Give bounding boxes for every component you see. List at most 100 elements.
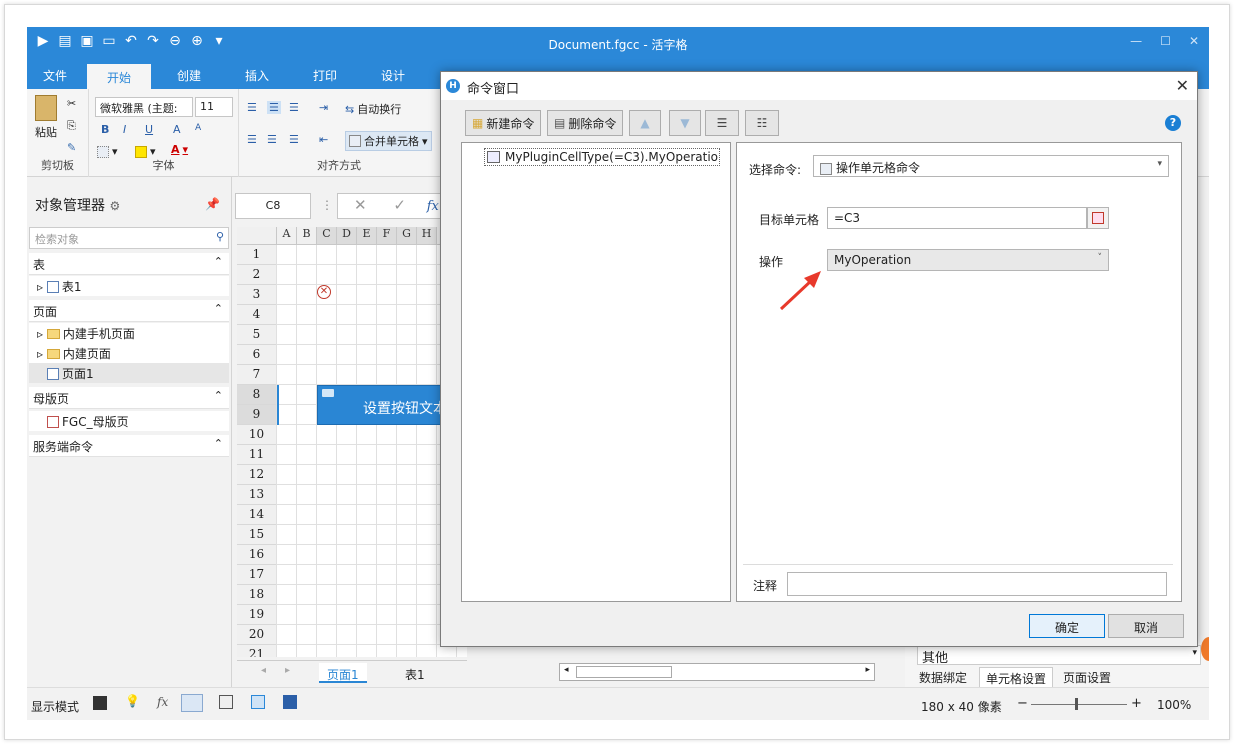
sheet-tab-page1[interactable]: 页面1 <box>319 663 367 683</box>
field-mode-icon[interactable] <box>181 694 203 712</box>
font-color-button[interactable]: A ▾ <box>171 143 188 156</box>
select-all-corner[interactable] <box>237 227 277 245</box>
align-left-icon[interactable]: ☰ <box>247 133 257 146</box>
row-header[interactable]: 1 <box>237 245 277 265</box>
column-header[interactable]: A <box>277 227 297 245</box>
tab-data-binding[interactable]: 数据绑定 <box>913 667 973 688</box>
bold-button[interactable]: B <box>101 123 109 136</box>
minimize-icon[interactable]: — <box>1130 34 1142 48</box>
row-header[interactable]: 3 <box>237 285 277 305</box>
confirm-edit-icon[interactable]: ✓ <box>393 196 406 214</box>
merge-cells-button[interactable]: 合并单元格 ▾ <box>345 131 432 151</box>
paste-button[interactable]: 粘贴 <box>35 95 57 140</box>
scroll-left-icon[interactable]: ◂ <box>564 665 569 675</box>
grow-font-button[interactable]: A <box>173 123 181 136</box>
zoom-out-icon[interactable]: − <box>1017 696 1028 711</box>
collapse-icon[interactable]: ⌃ <box>214 255 223 268</box>
horizontal-scrollbar[interactable]: ◂ ▸ <box>559 663 875 681</box>
select-command-combo[interactable]: 操作单元格命令 ▾ <box>813 155 1169 177</box>
tree-item-master-page[interactable]: FGC_母版页 <box>29 411 229 431</box>
row-header[interactable]: 6 <box>237 345 277 365</box>
row-header[interactable]: 17 <box>237 565 277 585</box>
row-header[interactable]: 14 <box>237 505 277 525</box>
row-header[interactable]: 8 <box>237 385 277 405</box>
row-header[interactable]: 16 <box>237 545 277 565</box>
tab-insert[interactable]: 插入 <box>245 67 269 84</box>
cancel-button[interactable]: 取消 <box>1108 614 1184 638</box>
font-family-combo[interactable]: 微软雅黑 (主题: <box>95 97 193 117</box>
shrink-font-button[interactable]: A <box>195 123 201 133</box>
delete-command-button[interactable]: ▤ 删除命令 <box>547 110 624 136</box>
zoom-slider-thumb[interactable] <box>1075 698 1078 710</box>
column-header[interactable]: G <box>397 227 417 245</box>
row-header[interactable]: 5 <box>237 325 277 345</box>
console-icon[interactable] <box>93 696 107 710</box>
row-header[interactable]: 7 <box>237 365 277 385</box>
row-header[interactable]: 18 <box>237 585 277 605</box>
close-icon[interactable]: ✕ <box>1189 34 1199 48</box>
formula-bar-menu-icon[interactable]: ⋮ <box>321 198 333 212</box>
cut-icon[interactable]: ✂ <box>67 97 76 110</box>
note-input[interactable] <box>787 572 1167 596</box>
new-command-button[interactable]: ▦ 新建命令 <box>465 110 542 136</box>
format-painter-icon[interactable]: ✎ <box>67 141 76 154</box>
outdent-icon[interactable]: ⇤ <box>319 133 328 146</box>
row-header[interactable]: 9 <box>237 405 277 425</box>
sheet-tab-table1[interactable]: 表1 <box>397 663 433 683</box>
cell-reference-box[interactable]: C8 <box>235 193 311 219</box>
ok-button[interactable]: 确定 <box>1029 614 1105 638</box>
column-header[interactable]: C <box>317 227 337 245</box>
row-header[interactable]: 11 <box>237 445 277 465</box>
font-size-combo[interactable]: 11 <box>195 97 233 117</box>
column-header[interactable]: E <box>357 227 377 245</box>
command-list-item[interactable]: MyPluginCellType(=C3).MyOperation <box>484 148 720 166</box>
object-search-input[interactable]: 检索对象 ⚲ <box>29 227 229 249</box>
zoom-in-icon[interactable]: + <box>1131 696 1142 711</box>
zoom-slider[interactable] <box>1031 704 1127 705</box>
tab-page-settings[interactable]: 页面设置 <box>1057 667 1117 688</box>
copy-icon[interactable]: ⎘ <box>67 119 76 133</box>
scroll-right-icon[interactable]: ▸ <box>865 665 870 675</box>
table-view-icon[interactable] <box>283 695 297 709</box>
cell-picker-button[interactable] <box>1087 207 1109 229</box>
fx-icon[interactable]: fx <box>157 695 168 709</box>
align-center-icon[interactable]: ☰ <box>267 133 277 146</box>
scrollbar-thumb[interactable] <box>576 666 672 678</box>
tab-file[interactable]: 文件 <box>43 67 67 84</box>
row-header[interactable]: 10 <box>237 425 277 445</box>
section-pages[interactable]: 页面 ⌃ <box>29 300 229 322</box>
search-icon[interactable]: ⚲ <box>216 230 224 243</box>
tab-design[interactable]: 设计 <box>381 67 405 84</box>
collapse-icon[interactable]: ⌃ <box>214 389 223 402</box>
section-master-pages[interactable]: 母版页 ⌃ <box>29 387 229 409</box>
gear-icon[interactable]: ⚙ <box>109 199 120 213</box>
indent-icon[interactable]: ⇥ <box>319 101 328 114</box>
layout-icon[interactable] <box>251 695 265 709</box>
command-list[interactable]: MyPluginCellType(=C3).MyOperation <box>461 142 731 602</box>
tree-item-mobile-pages[interactable]: ▹ 内建手机页面 <box>29 323 229 343</box>
row-header[interactable]: 21 <box>237 645 277 657</box>
row-header[interactable]: 19 <box>237 605 277 625</box>
target-cell-input[interactable]: =C3 <box>827 207 1087 229</box>
row-header[interactable]: 2 <box>237 265 277 285</box>
align-middle-icon[interactable]: ☰ <box>267 101 281 114</box>
underline-button[interactable]: U <box>145 123 153 136</box>
row-header[interactable]: 12 <box>237 465 277 485</box>
column-header[interactable]: D <box>337 227 357 245</box>
tab-home[interactable]: 开始 <box>87 64 152 89</box>
row-header[interactable]: 15 <box>237 525 277 545</box>
tab-print[interactable]: 打印 <box>313 67 337 84</box>
move-down-button[interactable]: ▼ <box>669 110 701 136</box>
collapse-icon[interactable]: ⌃ <box>214 437 223 450</box>
tab-create[interactable]: 创建 <box>177 67 201 84</box>
insert-function-icon[interactable]: fx <box>427 199 439 214</box>
section-server-commands[interactable]: 服务端命令 ⌃ <box>29 435 229 457</box>
prev-sheet-icon[interactable]: ◂ <box>261 665 266 676</box>
bulb-icon[interactable]: 💡 <box>125 694 140 708</box>
cancel-edit-icon[interactable]: ✕ <box>354 196 367 214</box>
help-icon[interactable]: ? <box>1165 115 1181 131</box>
dialog-close-icon[interactable]: ✕ <box>1176 76 1189 95</box>
maximize-icon[interactable]: ☐ <box>1160 34 1171 48</box>
property-section-other[interactable]: 其他 ▾ <box>917 645 1201 666</box>
next-sheet-icon[interactable]: ▸ <box>285 665 290 676</box>
